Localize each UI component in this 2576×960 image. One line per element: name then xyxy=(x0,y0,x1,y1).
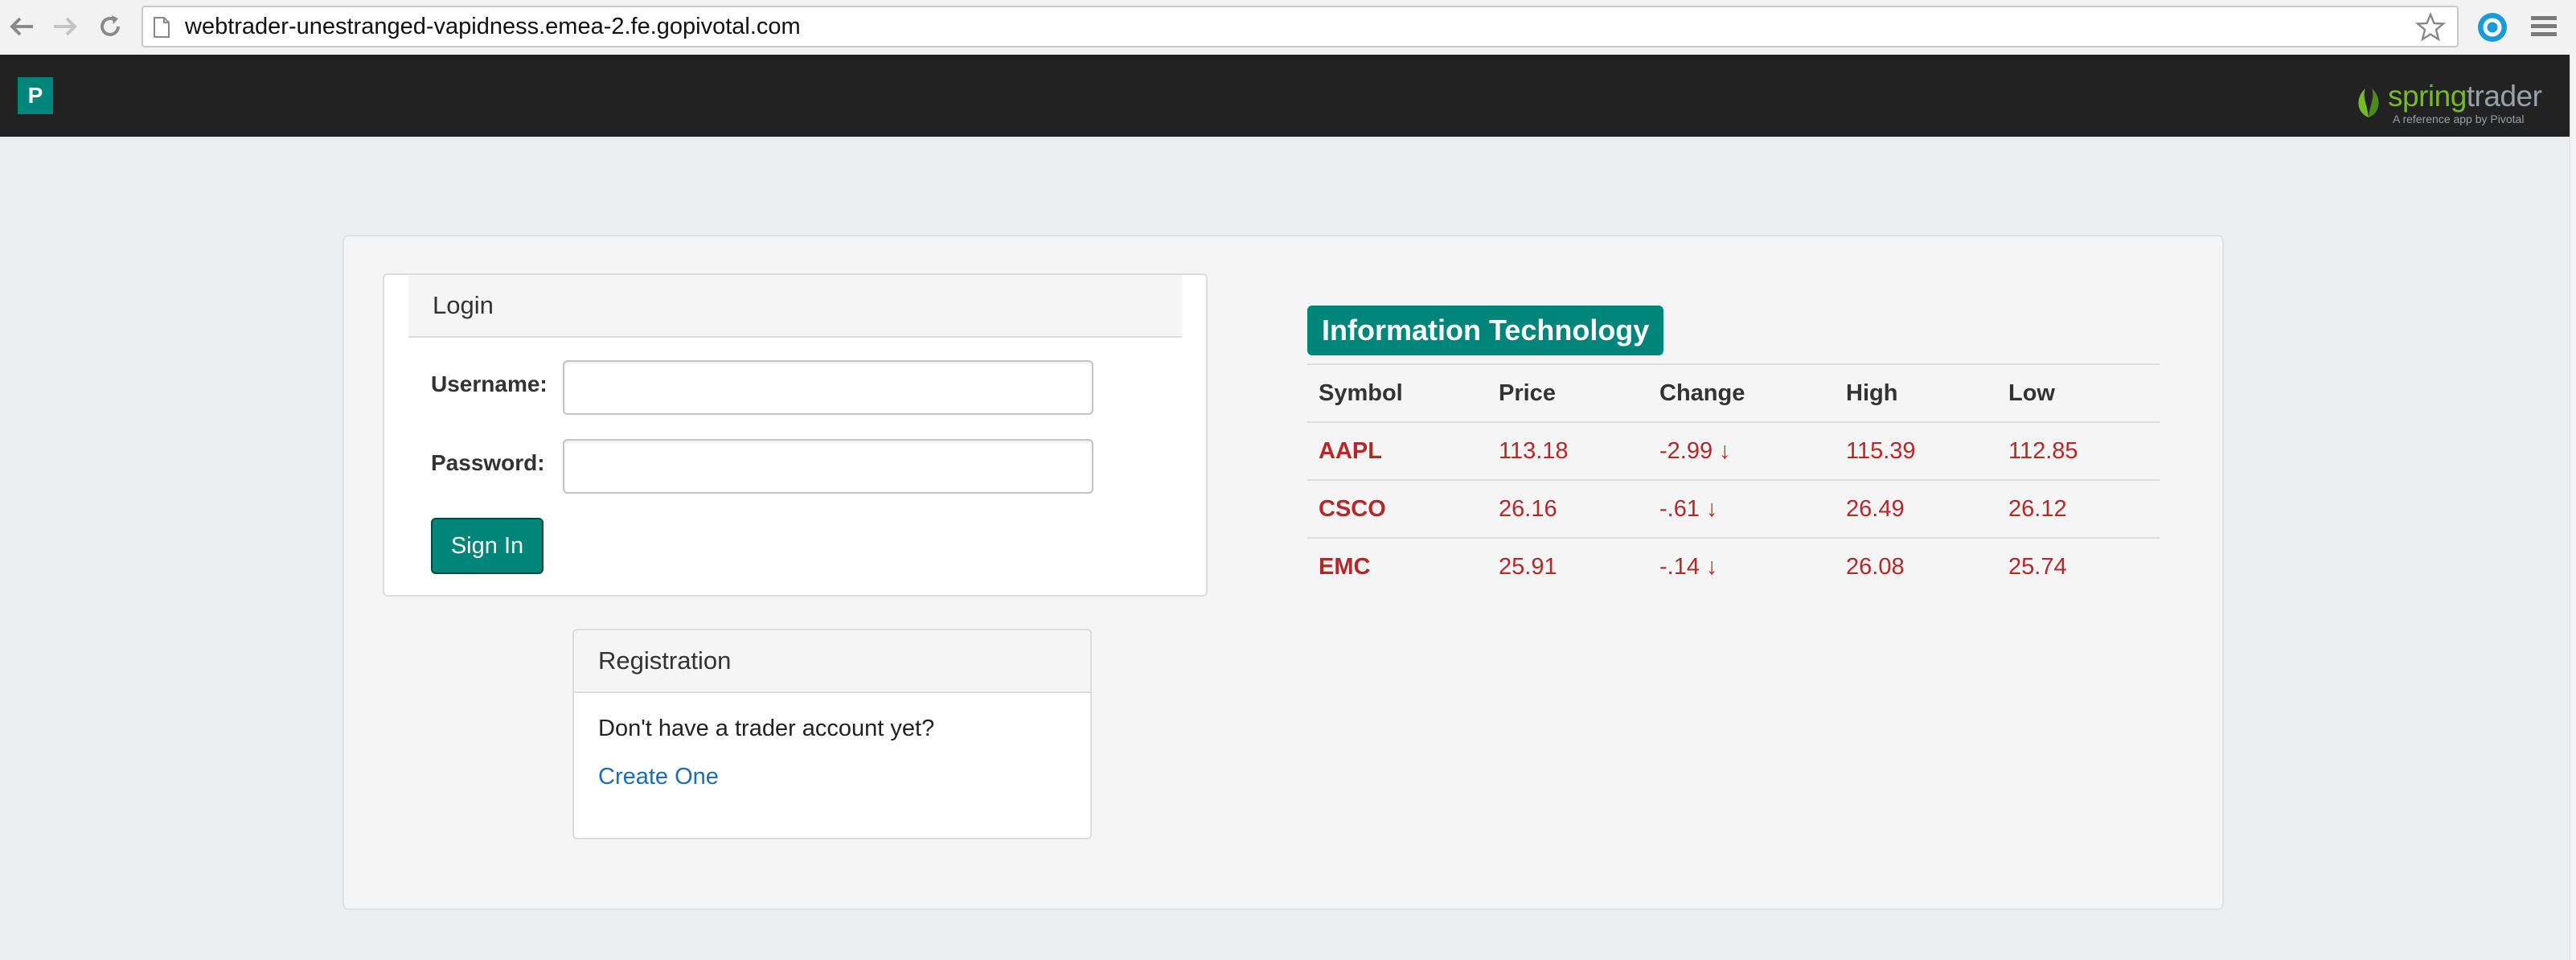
springtrader-logo[interactable]: springtrader A reference app by Pivotal xyxy=(2351,79,2552,127)
sector-badge: Information Technology xyxy=(1307,306,1664,355)
pivotal-brand-badge[interactable]: P xyxy=(18,77,53,114)
sign-in-button[interactable]: Sign In xyxy=(431,518,544,574)
page-icon xyxy=(154,17,170,38)
symbol-cell[interactable]: AAPL xyxy=(1307,421,1487,480)
login-header: Login xyxy=(408,275,1182,338)
create-account-link[interactable]: Create One xyxy=(598,764,719,790)
registration-prompt: Don't have a trader account yet? xyxy=(598,716,935,741)
high-cell: 26.08 xyxy=(1835,537,1997,596)
logo-wordmark: springtrader xyxy=(2388,79,2542,114)
price-cell: 25.91 xyxy=(1487,537,1648,596)
back-arrow-icon xyxy=(10,17,33,36)
logo-word-spring: spring xyxy=(2388,80,2467,113)
column-header-symbol: Symbol xyxy=(1307,363,1487,422)
chrome-menu-icon[interactable] xyxy=(2529,13,2558,40)
symbol-cell[interactable]: CSCO xyxy=(1307,479,1487,538)
change-cell: -2.99 ↓ xyxy=(1648,421,1835,480)
high-cell: 115.39 xyxy=(1835,421,1997,480)
market-table-header: Symbol Price Change High Low xyxy=(1307,363,2160,422)
registration-title: Registration xyxy=(598,646,732,675)
springtrader-leaf-icon xyxy=(2358,88,2379,117)
price-cell: 113.18 xyxy=(1487,421,1648,480)
password-input[interactable] xyxy=(563,439,1093,494)
browser-toolbar: webtrader-unestranged-vapidness.emea-2.f… xyxy=(0,0,2576,55)
change-cell: -.14 ↓ xyxy=(1648,537,1835,596)
password-label: Password: xyxy=(431,450,545,475)
address-bar[interactable]: webtrader-unestranged-vapidness.emea-2.f… xyxy=(142,6,2459,47)
high-cell: 26.49 xyxy=(1835,479,1997,538)
extension-icon[interactable] xyxy=(2476,11,2508,43)
username-label: Username: xyxy=(431,371,548,396)
low-cell: 25.74 xyxy=(1997,537,2160,596)
app-navbar: P springtrader A reference app by Pivota… xyxy=(0,55,2570,137)
forward-button[interactable] xyxy=(47,8,84,45)
column-header-low: Low xyxy=(1997,363,2160,422)
table-row: EMC 25.91 -.14 ↓ 26.08 25.74 xyxy=(1307,537,2160,596)
market-table: Symbol Price Change High Low AAPL 113.18… xyxy=(1307,363,2160,596)
price-cell: 26.16 xyxy=(1487,479,1648,538)
reload-icon xyxy=(100,15,120,36)
bookmark-star-icon[interactable] xyxy=(2415,12,2446,43)
login-panel: Login Username: Password: Sign In xyxy=(383,273,1208,597)
back-button[interactable] xyxy=(3,8,40,45)
page-scrollbar[interactable] xyxy=(2570,55,2576,960)
reload-button[interactable] xyxy=(92,8,129,45)
column-header-high: High xyxy=(1835,363,1997,422)
username-input[interactable] xyxy=(563,360,1093,415)
url-text[interactable]: webtrader-unestranged-vapidness.emea-2.f… xyxy=(185,7,801,46)
symbol-cell[interactable]: EMC xyxy=(1307,537,1487,596)
registration-header: Registration xyxy=(574,630,1090,693)
logo-word-trader: trader xyxy=(2466,80,2542,113)
low-cell: 112.85 xyxy=(1997,421,2160,480)
column-header-change: Change xyxy=(1648,363,1835,422)
logo-tagline: A reference app by Pivotal xyxy=(2393,113,2525,125)
table-row: AAPL 113.18 -2.99 ↓ 115.39 112.85 xyxy=(1307,421,2160,480)
login-title: Login xyxy=(433,291,494,319)
column-header-price: Price xyxy=(1487,363,1648,422)
table-row: CSCO 26.16 -.61 ↓ 26.49 26.12 xyxy=(1307,479,2160,538)
low-cell: 26.12 xyxy=(1997,479,2160,538)
forward-arrow-icon xyxy=(54,17,77,36)
change-cell: -.61 ↓ xyxy=(1648,479,1835,538)
registration-panel: Registration Don't have a trader account… xyxy=(572,629,1092,839)
